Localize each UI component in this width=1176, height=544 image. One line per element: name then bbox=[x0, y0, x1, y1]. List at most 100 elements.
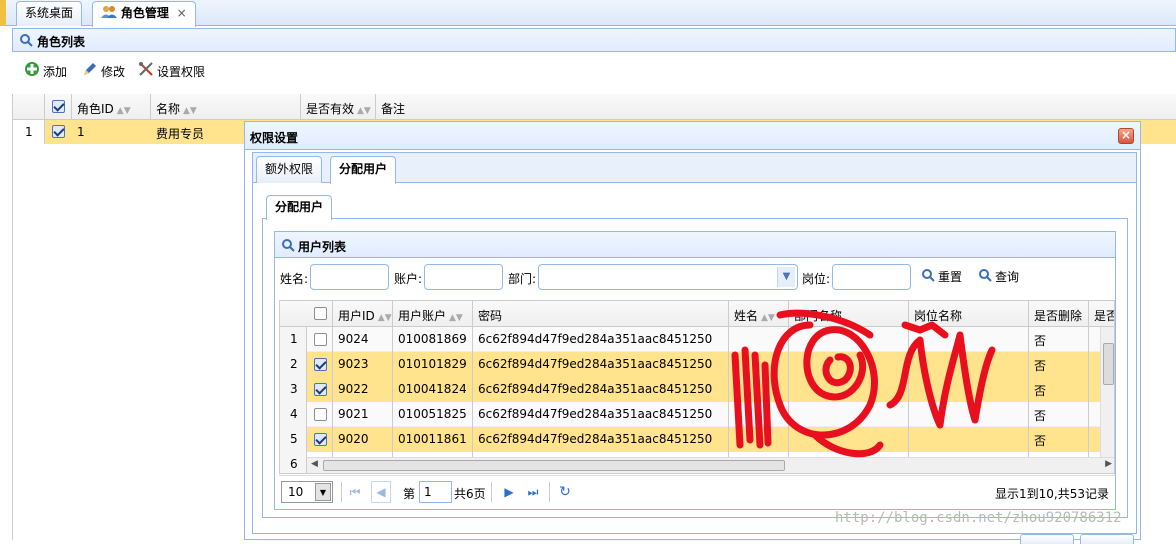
dialog-titlebar[interactable]: 权限设置 × bbox=[245, 122, 1140, 150]
col-name[interactable]: 名称 ▲▼ bbox=[156, 100, 197, 117]
row-number: 5 bbox=[290, 432, 298, 446]
first-page-icon[interactable]: ⏮ bbox=[345, 481, 365, 503]
col-user-id[interactable]: 用户ID ▲▼ bbox=[338, 307, 392, 324]
chevron-down-icon[interactable]: ▼ bbox=[777, 267, 795, 287]
row-checkbox[interactable] bbox=[314, 408, 327, 421]
select-all-checkbox[interactable] bbox=[52, 100, 65, 113]
close-icon[interactable]: × bbox=[1118, 128, 1134, 144]
scroll-thumb[interactable] bbox=[1103, 343, 1114, 385]
col-password[interactable]: 密码 bbox=[478, 307, 502, 324]
dialog-cancel-button[interactable] bbox=[1080, 534, 1134, 544]
user-id: 9020 bbox=[338, 432, 369, 446]
row-number: 1 bbox=[290, 332, 298, 346]
row-number: 6 bbox=[290, 457, 298, 471]
tab-role-management[interactable]: 角色管理 × bbox=[92, 1, 196, 27]
role-name: 费用专员 bbox=[156, 127, 205, 141]
account-input[interactable] bbox=[424, 264, 503, 290]
set-permission-button[interactable]: 设置权限 bbox=[138, 62, 205, 82]
user-id: 9023 bbox=[338, 357, 369, 371]
watermark: http://blog.csdn.net/zhou920786312 bbox=[835, 510, 1122, 526]
role-grid-header: 角色ID ▲▼ 名称 ▲▼ 是否有效 ▲▼ 备注 bbox=[13, 94, 1176, 120]
add-label: 添加 bbox=[43, 65, 68, 79]
page-size-select[interactable]: 10 ▼ bbox=[281, 481, 333, 503]
users-icon bbox=[101, 4, 117, 18]
reset-button[interactable]: 重置 bbox=[921, 268, 962, 285]
col-more[interactable]: 是否 bbox=[1094, 307, 1114, 324]
user-id: 9024 bbox=[338, 332, 369, 346]
tab-label: 分配用户 bbox=[339, 162, 388, 176]
search-icon bbox=[921, 268, 935, 285]
close-icon[interactable]: × bbox=[177, 6, 187, 20]
col-role-id[interactable]: 角色ID ▲▼ bbox=[77, 100, 131, 117]
row-number: 2 bbox=[290, 357, 298, 371]
user-deleted: 否 bbox=[1034, 334, 1047, 348]
row-checkbox[interactable] bbox=[314, 383, 327, 396]
scroll-thumb[interactable] bbox=[323, 460, 785, 471]
row-checkbox[interactable] bbox=[314, 358, 327, 371]
user-deleted: 否 bbox=[1034, 359, 1047, 373]
next-page-icon[interactable]: ▶ bbox=[499, 481, 519, 503]
query-button[interactable]: 查询 bbox=[978, 268, 1019, 285]
col-deleted[interactable]: 是否删除 bbox=[1034, 307, 1082, 324]
row-checkbox[interactable] bbox=[52, 125, 65, 138]
tab-bar: 系统桌面 角色管理 × bbox=[0, 0, 1176, 27]
chevron-right-icon[interactable]: ▶ bbox=[1105, 459, 1112, 469]
user-panel-header: 用户列表 bbox=[274, 231, 1116, 258]
user-deleted: 否 bbox=[1034, 384, 1047, 398]
tab-label: 额外权限 bbox=[265, 162, 314, 176]
name-input[interactable] bbox=[310, 264, 389, 290]
row-number: 1 bbox=[25, 125, 33, 139]
tab-label: 系统桌面 bbox=[25, 6, 74, 20]
post-input[interactable] bbox=[832, 264, 911, 290]
add-button[interactable]: 添加 bbox=[24, 62, 67, 82]
last-page-icon[interactable]: ⏭ bbox=[523, 481, 543, 503]
prev-page-icon[interactable]: ◀ bbox=[371, 481, 391, 503]
col-active[interactable]: 是否有效 ▲▼ bbox=[306, 100, 371, 117]
tools-icon bbox=[138, 61, 154, 83]
tab-extra-permission[interactable]: 额外权限 bbox=[256, 156, 323, 183]
left-edge-marker bbox=[0, 0, 6, 26]
dialog-title: 权限设置 bbox=[250, 131, 299, 145]
row-checkbox[interactable] bbox=[314, 333, 327, 346]
user-account: 010051825 bbox=[398, 407, 467, 421]
dept-label: 部门: bbox=[508, 272, 537, 286]
panel-title: 用户列表 bbox=[298, 240, 347, 254]
search-icon bbox=[978, 268, 992, 285]
user-account: 010041824 bbox=[398, 382, 467, 396]
query-label: 查询 bbox=[995, 270, 1020, 284]
row-checkbox[interactable] bbox=[314, 433, 327, 446]
edit-button[interactable]: 修改 bbox=[82, 62, 125, 82]
search-icon bbox=[281, 238, 295, 255]
user-id: 9022 bbox=[338, 382, 369, 396]
refresh-icon[interactable]: ↻ bbox=[555, 481, 575, 503]
inner-tab-assign-user[interactable]: 分配用户 bbox=[266, 195, 333, 220]
user-password: 6c62f894d47f9ed284a351aac8451250 bbox=[478, 407, 713, 421]
search-icon bbox=[19, 33, 33, 50]
role-panel-header: 角色列表 bbox=[12, 28, 1176, 52]
page-number-value: 1 bbox=[424, 485, 432, 499]
vertical-scrollbar[interactable] bbox=[1100, 327, 1114, 457]
user-password: 6c62f894d47f9ed284a351aac8451250 bbox=[478, 357, 713, 371]
user-account: 010081869 bbox=[398, 332, 467, 346]
row-number-column bbox=[280, 327, 307, 473]
pager-summary: 显示1到10,共53记录 bbox=[995, 487, 1109, 501]
post-label: 岗位: bbox=[802, 272, 831, 286]
col-user-account[interactable]: 用户账户 ▲▼ bbox=[398, 307, 463, 324]
user-deleted: 否 bbox=[1034, 409, 1047, 423]
page-number-input[interactable]: 1 bbox=[419, 481, 452, 503]
user-password: 6c62f894d47f9ed284a351aac8451250 bbox=[478, 382, 713, 396]
page-total: 共6页 bbox=[454, 487, 486, 501]
user-password: 6c62f894d47f9ed284a351aac8451250 bbox=[478, 432, 713, 446]
tab-assign-user[interactable]: 分配用户 bbox=[330, 156, 397, 184]
reset-label: 重置 bbox=[938, 270, 963, 284]
col-remark[interactable]: 备注 bbox=[381, 100, 405, 117]
chevron-down-icon[interactable]: ▼ bbox=[315, 483, 331, 501]
user-id: 9021 bbox=[338, 407, 369, 421]
row-number: 3 bbox=[290, 382, 298, 396]
chevron-left-icon[interactable]: ◀ bbox=[311, 459, 318, 469]
dialog-ok-button[interactable] bbox=[1020, 534, 1074, 544]
add-icon bbox=[24, 61, 40, 83]
tab-desktop[interactable]: 系统桌面 bbox=[16, 1, 83, 26]
select-all-checkbox[interactable] bbox=[314, 307, 327, 320]
dept-select[interactable]: ▼ bbox=[538, 264, 798, 290]
